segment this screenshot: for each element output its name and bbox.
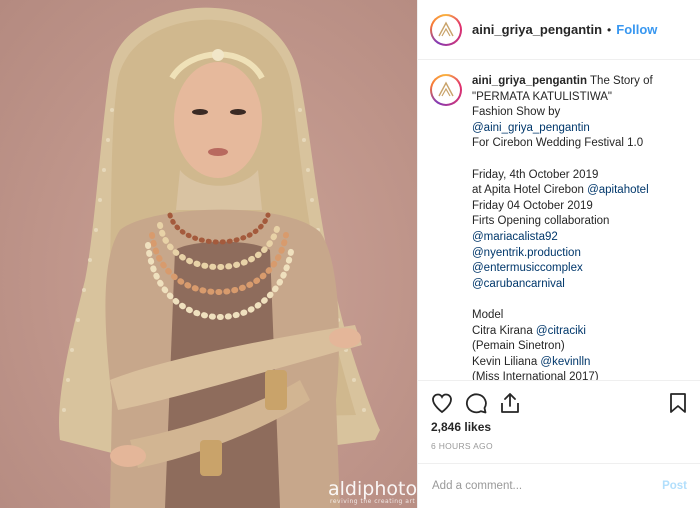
photo-watermark-tagline: reviving the creating art	[330, 498, 416, 505]
photo-watermark: aldiphoto	[328, 478, 417, 500]
mention-link[interactable]: @kevinlln	[540, 356, 590, 368]
post-side-panel: aini_griya_pengantin • Follow aini_griya…	[417, 0, 700, 508]
separator-dot: •	[607, 22, 612, 37]
mention-link[interactable]: @mariacalista92	[472, 231, 558, 243]
mention-link[interactable]: @entermusiccomplex	[472, 262, 583, 274]
brand-logo-icon	[438, 81, 454, 97]
caption-text-span: Model	[472, 308, 504, 321]
header-username[interactable]: aini_griya_pengantin	[472, 22, 602, 37]
caption-text: aini_griya_pengantin The Story of "PERMAT…	[472, 74, 689, 380]
heart-icon[interactable]	[430, 391, 454, 415]
caption-avatar[interactable]	[430, 74, 462, 106]
caption-line: at Apita Hotel Cirebon @apitahotel	[472, 183, 689, 199]
brand-logo-icon	[438, 21, 454, 36]
caption-line: Firts Opening collaboration	[472, 214, 689, 230]
caption-text-span: Fashion Show by	[472, 106, 561, 119]
caption-line: @mariacalista92	[472, 230, 689, 246]
caption-text-span: The Story of	[587, 75, 653, 87]
caption-line: Friday 04 October 2019	[472, 199, 689, 215]
comment-bar: Add a comment... Post	[418, 463, 700, 508]
mention-link[interactable]: @aini_griya_pengantin	[472, 122, 590, 134]
caption-line: (Miss International 2017)	[472, 370, 689, 380]
like-count[interactable]: 2,846 likes	[431, 420, 491, 434]
caption-line: Friday, 4th October 2019	[472, 168, 689, 184]
mention-link[interactable]: @apitahotel	[587, 184, 649, 196]
mention-link[interactable]: @nyentrik.production	[472, 247, 581, 259]
caption-row: aini_griya_pengantin The Story of "PERMAT…	[418, 62, 700, 380]
post-photo[interactable]: aldiphoto reviving the creating art	[0, 0, 417, 508]
action-bar	[418, 380, 700, 422]
caption-text-span: "PERMATA KATULISTIWA"	[472, 90, 613, 103]
caption-line: @aini_griya_pengantin	[472, 121, 689, 137]
post-header: aini_griya_pengantin • Follow	[418, 0, 700, 60]
caption-text-span: Firts Opening collaboration	[472, 215, 610, 228]
avatar[interactable]	[430, 13, 462, 46]
caption-line: Model	[472, 308, 689, 324]
caption-line: (Pemain Sinetron)	[472, 339, 689, 355]
caption-username[interactable]: aini_griya_pengantin	[472, 75, 587, 87]
mention-link[interactable]: @citraciki	[536, 325, 586, 337]
photo-illustration	[59, 7, 381, 508]
caption-text-span: Friday, 4th October 2019	[472, 168, 599, 181]
caption-line: Fashion Show by	[472, 105, 689, 121]
bookmark-icon[interactable]	[666, 391, 690, 415]
caption-gap	[472, 292, 689, 308]
comment-input[interactable]: Add a comment...	[432, 480, 662, 492]
share-icon[interactable]	[498, 391, 522, 415]
mention-link[interactable]: @carubancarnival	[472, 278, 565, 290]
caption-line: @nyentrik.production	[472, 246, 689, 262]
caption-text-span: (Pemain Sinetron)	[472, 340, 565, 353]
post-timestamp[interactable]: 6 HOURS AGO	[431, 441, 493, 451]
caption-text-span: (Miss International 2017)	[472, 371, 599, 380]
caption-text-span: For Cirebon Wedding Festival 1.0	[472, 137, 644, 150]
caption-line: For Cirebon Wedding Festival 1.0	[472, 136, 689, 152]
caption-text-span: Citra Kirana	[472, 324, 536, 337]
comment-icon[interactable]	[464, 391, 488, 415]
caption-text-span: Friday 04 October 2019	[472, 199, 593, 212]
post-comment-button[interactable]: Post	[662, 480, 687, 492]
follow-button[interactable]: Follow	[616, 22, 657, 37]
caption-line: aini_griya_pengantin The Story of	[472, 74, 689, 90]
caption-line: Kevin Liliana @kevinlln	[472, 355, 689, 371]
caption-line: Citra Kirana @citraciki	[472, 324, 689, 340]
caption-text-span: Kevin Liliana	[472, 355, 541, 368]
caption-text-span: at Apita Hotel Cirebon	[472, 184, 588, 197]
caption-line: "PERMATA KATULISTIWA"	[472, 90, 689, 106]
caption-line: @entermusiccomplex	[472, 261, 689, 277]
caption-gap	[472, 152, 689, 168]
caption-area: aini_griya_pengantin The Story of "PERMAT…	[418, 62, 700, 380]
caption-line: @carubancarnival	[472, 277, 689, 293]
